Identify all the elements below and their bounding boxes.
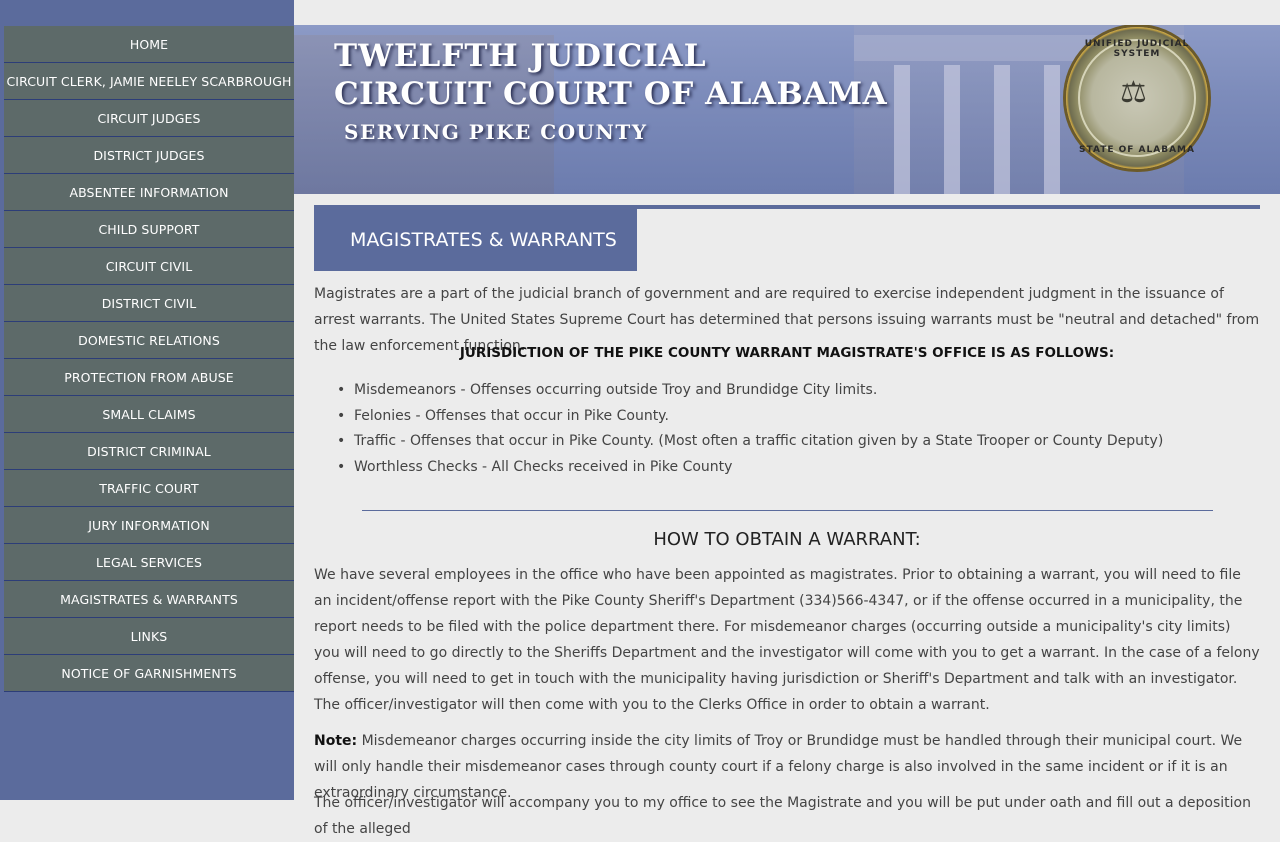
site-title-line1: TWELFTH JUDICIAL [334, 38, 707, 74]
nav-item-district-civil[interactable]: DISTRICT CIVIL [4, 285, 294, 322]
nav-item-notice-of-garnishments[interactable]: NOTICE OF GARNISHMENTS [4, 655, 294, 692]
seal-text-bottom: STATE OF ALABAMA [1079, 145, 1195, 155]
header-banner: TWELFTH JUDICIAL CIRCUIT COURT OF ALABAM… [294, 25, 1280, 194]
jurisdiction-heading: JURISDICTION OF THE PIKE COUNTY WARRANT … [459, 345, 1115, 361]
list-item: Traffic - Offenses that occur in Pike Co… [337, 429, 1163, 455]
jurisdiction-list: Misdemeanors - Offenses occurring outsid… [337, 378, 1163, 481]
banner-column [994, 65, 1010, 194]
nav-item-circuit-judges[interactable]: CIRCUIT JUDGES [4, 100, 294, 137]
nav-item-jury-information[interactable]: JURY INFORMATION [4, 507, 294, 544]
state-seal-logo: UNIFIED JUDICIAL SYSTEM ⚖ STATE OF ALABA… [1066, 27, 1208, 169]
nav-item-small-claims[interactable]: SMALL CLAIMS [4, 396, 294, 433]
nav-item-domestic-relations[interactable]: DOMESTIC RELATIONS [4, 322, 294, 359]
nav-item-protection-from-abuse[interactable]: PROTECTION FROM ABUSE [4, 359, 294, 396]
nav-item-magistrates-warrants[interactable]: MAGISTRATES & WARRANTS [4, 581, 294, 618]
list-item: Misdemeanors - Offenses occurring outsid… [337, 378, 1163, 404]
cut-off-paragraph: The officer/investigator will accompany … [314, 795, 1251, 837]
note-label: Note: [314, 733, 358, 749]
page-title: MAGISTRATES & WARRANTS [314, 205, 637, 271]
banner-column [1044, 65, 1060, 194]
site-subtitle: SERVING PIKE COUNTY [344, 120, 648, 144]
seal-text-top: UNIFIED JUDICIAL SYSTEM [1084, 39, 1190, 59]
main-nav: HOME CIRCUIT CLERK, JAMIE NEELEY SCARBRO… [4, 26, 294, 692]
nav-item-home[interactable]: HOME [4, 26, 294, 63]
banner-column [894, 65, 910, 194]
nav-item-child-support[interactable]: CHILD SUPPORT [4, 211, 294, 248]
nav-item-district-criminal[interactable]: DISTRICT CRIMINAL [4, 433, 294, 470]
nav-item-legal-services[interactable]: LEGAL SERVICES [4, 544, 294, 581]
nav-item-links[interactable]: LINKS [4, 618, 294, 655]
section-divider [362, 510, 1213, 511]
scales-of-justice-icon: ⚖ [1120, 75, 1147, 110]
list-item: Felonies - Offenses that occur in Pike C… [337, 404, 1163, 430]
nav-item-circuit-clerk[interactable]: CIRCUIT CLERK, JAMIE NEELEY SCARBROUGH [4, 63, 294, 100]
nav-item-traffic-court[interactable]: TRAFFIC COURT [4, 470, 294, 507]
site-title-line2: CIRCUIT COURT OF ALABAMA [334, 76, 888, 112]
how-to-obtain-heading: HOW TO OBTAIN A WARRANT: [653, 529, 921, 550]
nav-item-absentee-information[interactable]: ABSENTEE INFORMATION [4, 174, 294, 211]
site-title[interactable]: TWELFTH JUDICIAL CIRCUIT COURT OF ALABAM… [334, 37, 887, 147]
banner-column [944, 65, 960, 194]
how-to-obtain-paragraph: We have several employees in the office … [314, 567, 1260, 713]
sidebar: HOME CIRCUIT CLERK, JAMIE NEELEY SCARBRO… [0, 0, 294, 800]
list-item: Worthless Checks - All Checks received i… [337, 455, 1163, 481]
nav-item-district-judges[interactable]: DISTRICT JUDGES [4, 137, 294, 174]
nav-item-circuit-civil[interactable]: CIRCUIT CIVIL [4, 248, 294, 285]
